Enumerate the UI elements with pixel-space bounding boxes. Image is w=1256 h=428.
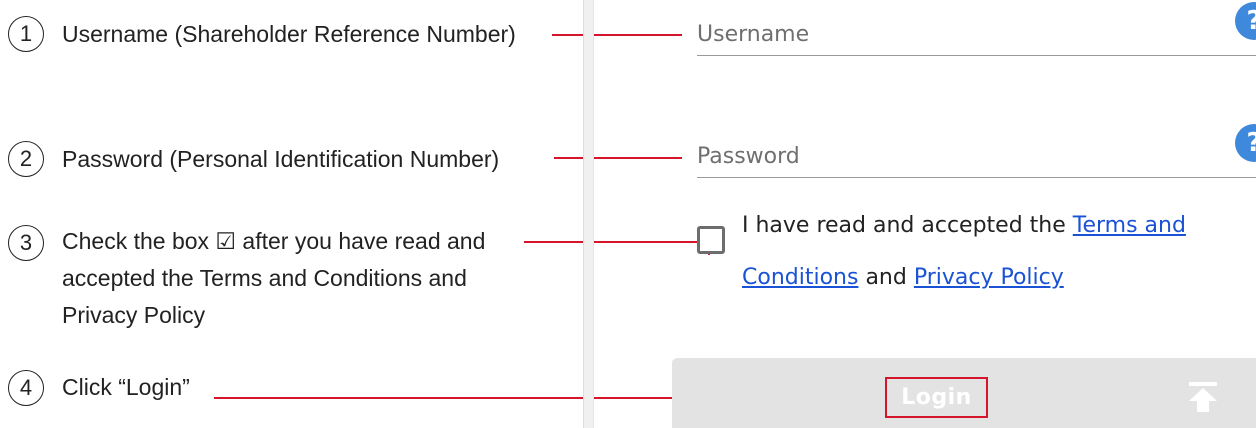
username-field: ?: [697, 2, 1256, 56]
step-number: 2: [8, 141, 44, 177]
terms-statement: I have read and accepted the Terms and C…: [742, 200, 1242, 304]
connector-line: [552, 34, 682, 36]
password-field: ?: [697, 124, 1256, 178]
help-circle-icon[interactable]: ?: [1235, 2, 1256, 40]
step-text: Password (Personal Identification Number…: [62, 146, 500, 172]
step-text-line: Check the box ☑ after you have read and: [62, 228, 486, 254]
step-number: 4: [8, 370, 44, 406]
step-text: Click “Login”: [62, 374, 190, 400]
step-number: 1: [8, 16, 44, 52]
terms-and: and: [858, 265, 914, 290]
terms-checkbox[interactable]: [697, 226, 725, 254]
connector-line: [554, 157, 682, 159]
step-text-line: Privacy Policy: [62, 302, 206, 328]
column-divider: [583, 0, 594, 428]
step-number: 3: [8, 225, 44, 261]
step-text-line: accepted the Terms and Conditions and: [62, 265, 467, 291]
login-button[interactable]: Login: [885, 377, 988, 418]
help-circle-icon[interactable]: ?: [1235, 124, 1256, 162]
username-input[interactable]: [697, 16, 1177, 52]
password-input[interactable]: [697, 138, 1177, 174]
terms-prefix: I have read and accepted the: [742, 213, 1073, 238]
connector-line: [524, 241, 710, 243]
step-text: Username (Shareholder Reference Number): [62, 21, 516, 47]
privacy-policy-link[interactable]: Privacy Policy: [914, 265, 1064, 290]
arrow-up-to-line-icon[interactable]: [1186, 382, 1220, 412]
